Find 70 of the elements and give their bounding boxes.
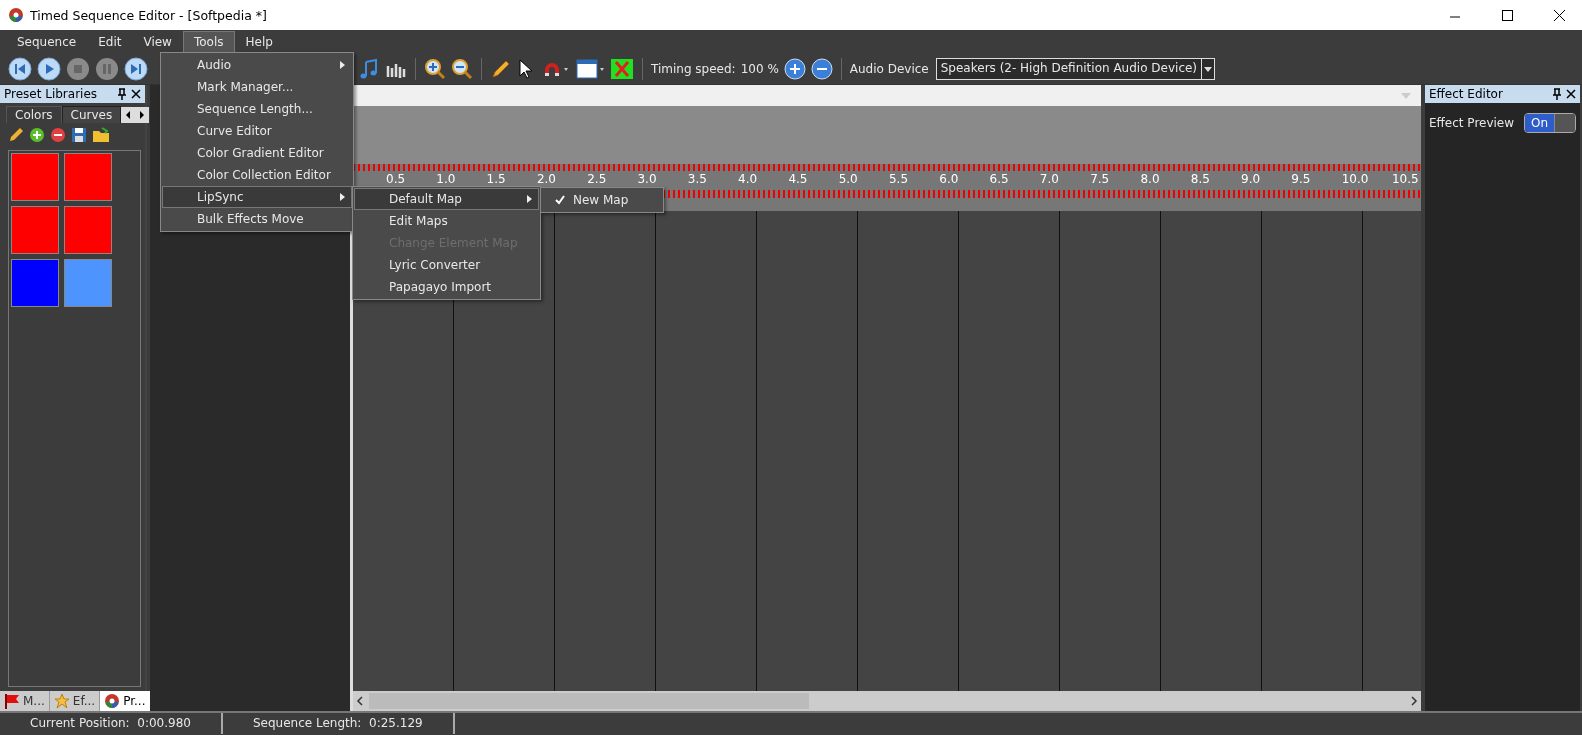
menu-item[interactable]: Tools [182, 31, 235, 53]
pencil-icon[interactable] [8, 127, 24, 143]
menu-item[interactable]: Sequence Length... [162, 98, 352, 120]
horizontal-scrollbar[interactable] [353, 691, 1421, 711]
ruler-label: 10.5 [1390, 172, 1420, 186]
color-swatch[interactable] [11, 153, 59, 201]
menu-item[interactable]: Color Gradient Editor [162, 142, 352, 164]
zoom-out-icon[interactable] [451, 58, 473, 80]
panel-title: Effect Editor [1429, 87, 1504, 101]
cursor-icon[interactable] [517, 58, 535, 80]
color-swatch[interactable] [64, 153, 112, 201]
menu-item[interactable]: Default Map [354, 188, 539, 210]
status-text: Current Position: 0:00.980 [0, 713, 223, 734]
caret-icon[interactable] [1204, 66, 1213, 72]
pin-icon[interactable] [117, 88, 127, 100]
flag-icon [4, 693, 20, 709]
menu-item[interactable]: Lyric Converter [354, 254, 539, 276]
menu-item[interactable]: Papagayo Import [354, 276, 539, 298]
folder-icon[interactable] [92, 127, 110, 143]
timing-speed-label: Timing speed: [651, 62, 736, 76]
menu-item[interactable]: View [132, 31, 183, 53]
menu-item[interactable]: Edit [87, 31, 133, 53]
color-swatch[interactable] [64, 206, 112, 254]
menu-item[interactable]: Bulk Effects Move [162, 208, 352, 230]
music-note-icon[interactable] [358, 58, 380, 80]
menu-item[interactable]: Mark Manager... [162, 76, 352, 98]
color-swatch[interactable] [64, 259, 112, 307]
plus-icon[interactable] [783, 58, 806, 80]
stop-icon[interactable] [66, 57, 90, 81]
timing-speed-value: 100 % [740, 62, 779, 76]
menu-item[interactable]: Sequence [6, 31, 88, 53]
menu-item[interactable]: Audio [162, 54, 352, 76]
menu-item[interactable]: LipSync [162, 186, 352, 208]
close-icon[interactable] [131, 89, 141, 99]
effect-preview-label: Effect Preview [1429, 116, 1515, 130]
scroll-left-icon[interactable] [121, 107, 136, 123]
menu-item[interactable]: Help [234, 31, 284, 53]
skip-forward-icon[interactable] [124, 57, 148, 81]
tab[interactable]: Curves [61, 106, 122, 123]
tab[interactable]: Colors [6, 106, 62, 123]
minus-icon[interactable] [810, 58, 833, 80]
scroll-right-icon[interactable] [135, 107, 150, 123]
color-swatch[interactable] [11, 259, 59, 307]
app-logo-icon [104, 693, 121, 709]
star-icon [53, 693, 70, 709]
tab[interactable]: Pr... [100, 691, 151, 711]
audio-device-dropdown[interactable]: Speakers (2- High Definition Audio Device) [935, 58, 1216, 80]
menu-item[interactable]: Edit Maps [354, 210, 539, 232]
save-icon[interactable] [71, 127, 87, 143]
menu-item[interactable]: Color Collection Editor [162, 164, 352, 186]
play-icon[interactable] [37, 57, 61, 81]
menu-item[interactable]: Curve Editor [162, 120, 352, 142]
window-title: Timed Sequence Editor - [Softpedia *] [30, 7, 267, 23]
panel-title: Preset Libraries [4, 87, 99, 101]
menu-item[interactable]: New Map [542, 189, 662, 211]
pin-icon[interactable] [1552, 88, 1562, 100]
add-icon[interactable] [29, 127, 45, 143]
app-logo-icon [8, 7, 24, 23]
window-icon[interactable] [575, 58, 605, 80]
toggle-switch[interactable]: On [1524, 113, 1576, 133]
pencil-icon[interactable] [490, 58, 512, 80]
remove-icon[interactable] [50, 127, 66, 143]
skip-back-icon[interactable] [8, 57, 32, 81]
close-icon[interactable] [1566, 89, 1576, 99]
color-swatch[interactable] [11, 206, 59, 254]
status-text: Sequence Length: 0:25.129 [222, 713, 455, 734]
audio-device-label: Audio Device [849, 62, 929, 76]
pause-icon[interactable] [95, 57, 119, 81]
zoom-in-icon[interactable] [424, 58, 446, 80]
delete-icon[interactable] [610, 58, 634, 80]
